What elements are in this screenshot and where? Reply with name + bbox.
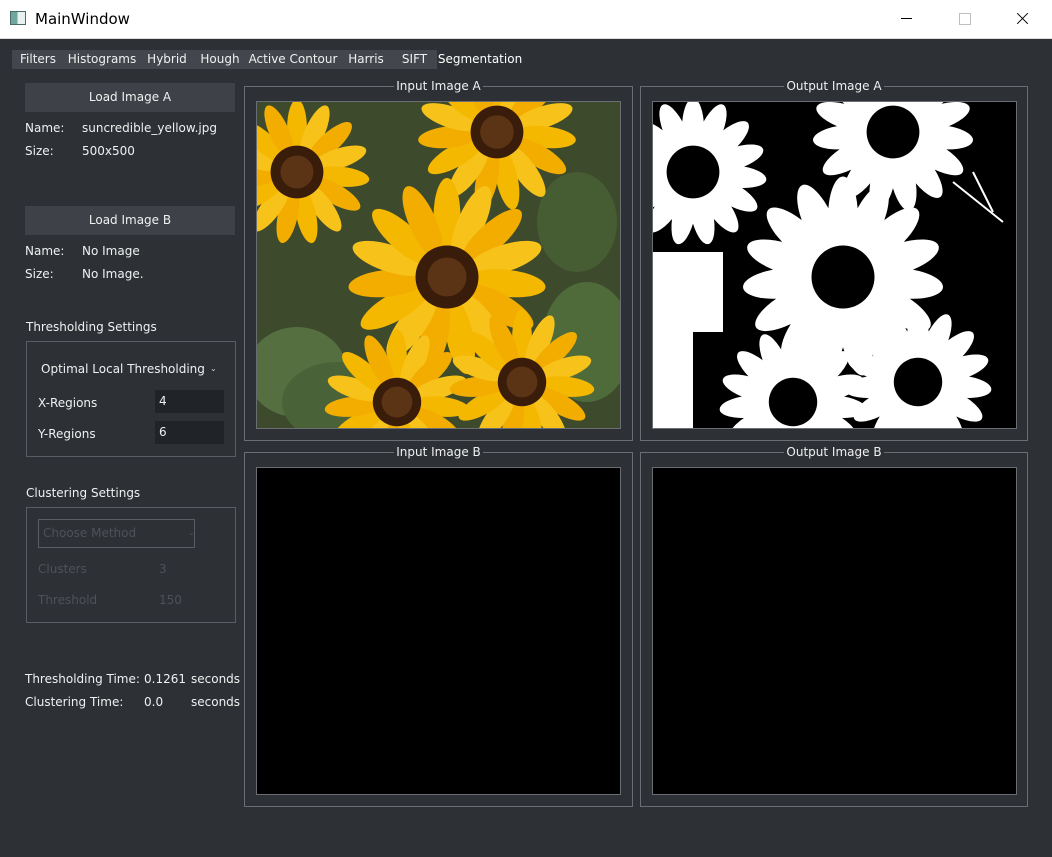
output-image-b-title: Output Image B bbox=[784, 445, 884, 459]
thresholding-method-select[interactable]: Optimal Local Thresholding bbox=[41, 362, 205, 376]
output-image-b-frame: Output Image B bbox=[640, 445, 1028, 807]
minimize-button[interactable] bbox=[877, 0, 935, 38]
image-a-name-value: suncredible_yellow.jpg bbox=[82, 121, 217, 135]
output-image-a-title-wrap: Output Image A bbox=[641, 79, 1027, 93]
image-b-name-value: No Image bbox=[82, 244, 140, 258]
y-regions-input[interactable]: 6 bbox=[155, 421, 224, 444]
input-image-b-frame: Input Image B bbox=[244, 445, 633, 807]
y-regions-label: Y-Regions bbox=[38, 427, 96, 441]
tab-bar: Filters Histograms Hybrid Hough Active C… bbox=[12, 50, 523, 69]
tab-sift[interactable]: SIFT bbox=[392, 50, 437, 69]
thresholding-settings-title: Thresholding Settings bbox=[26, 320, 157, 334]
tab-hough[interactable]: Hough bbox=[194, 50, 246, 69]
image-b-name-label: Name: bbox=[25, 244, 65, 258]
output-image-a-title: Output Image A bbox=[784, 79, 884, 93]
image-a-name-label: Name: bbox=[25, 121, 65, 135]
maximize-button[interactable] bbox=[935, 0, 993, 38]
chevron-down-icon: ⌄ bbox=[210, 364, 217, 373]
input-image-a-title: Input Image A bbox=[394, 79, 483, 93]
thresholding-time-value: 0.1261 bbox=[144, 672, 186, 686]
window-title: MainWindow bbox=[35, 10, 130, 28]
input-image-b-title: Input Image B bbox=[394, 445, 483, 459]
clustering-time-label: Clustering Time: bbox=[25, 695, 124, 709]
app-icon bbox=[10, 11, 26, 25]
input-image-b-view bbox=[256, 467, 621, 795]
output-image-a-view bbox=[652, 101, 1017, 429]
tab-filters[interactable]: Filters bbox=[12, 50, 64, 69]
tab-segmentation[interactable]: Segmentation bbox=[437, 50, 523, 69]
clustering-settings-title: Clustering Settings bbox=[26, 486, 141, 500]
image-b-size-label: Size: bbox=[25, 267, 54, 281]
clustering-time-value: 0.0 bbox=[144, 695, 164, 709]
tab-histograms[interactable]: Histograms bbox=[64, 50, 140, 69]
input-image-a-view bbox=[256, 101, 621, 429]
load-image-b-button[interactable]: Load Image B bbox=[25, 206, 235, 235]
threshold-input[interactable]: 150 bbox=[159, 593, 182, 607]
tab-active-contour[interactable]: Active Contour bbox=[246, 50, 340, 69]
maximize-icon bbox=[959, 13, 971, 25]
chevron-down-icon: ⌄ bbox=[188, 528, 195, 537]
thresholded-image bbox=[653, 102, 1016, 428]
output-image-a-frame: Output Image A bbox=[640, 79, 1028, 441]
image-a-size-label: Size: bbox=[25, 144, 54, 158]
clusters-label: Clusters bbox=[38, 562, 87, 576]
close-button[interactable] bbox=[993, 0, 1051, 38]
tab-harris[interactable]: Harris bbox=[340, 50, 392, 69]
sunflower-image bbox=[257, 102, 620, 428]
input-image-a-title-wrap: Input Image A bbox=[245, 79, 632, 93]
tab-hybrid[interactable]: Hybrid bbox=[140, 50, 194, 69]
threshold-label: Threshold bbox=[38, 593, 98, 607]
clusters-input[interactable]: 3 bbox=[159, 562, 167, 576]
image-b-size-value: No Image. bbox=[82, 267, 144, 281]
thresholding-time-unit: seconds bbox=[191, 672, 241, 686]
title-bar: MainWindow bbox=[0, 0, 1052, 39]
input-image-b-title-wrap: Input Image B bbox=[245, 445, 632, 459]
clustering-method-select[interactable]: Choose Method bbox=[38, 519, 195, 548]
output-image-b-title-wrap: Output Image B bbox=[641, 445, 1027, 459]
x-regions-input[interactable]: 4 bbox=[155, 390, 224, 413]
clustering-time-unit: seconds bbox=[191, 695, 241, 709]
output-image-b-view bbox=[652, 467, 1017, 795]
input-image-a-frame: Input Image A bbox=[244, 79, 633, 441]
minimize-icon bbox=[901, 18, 912, 19]
thresholding-time-label: Thresholding Time: bbox=[25, 672, 140, 686]
image-a-size-value: 500x500 bbox=[82, 144, 135, 158]
x-regions-label: X-Regions bbox=[38, 396, 98, 410]
load-image-a-button[interactable]: Load Image A bbox=[25, 83, 235, 112]
